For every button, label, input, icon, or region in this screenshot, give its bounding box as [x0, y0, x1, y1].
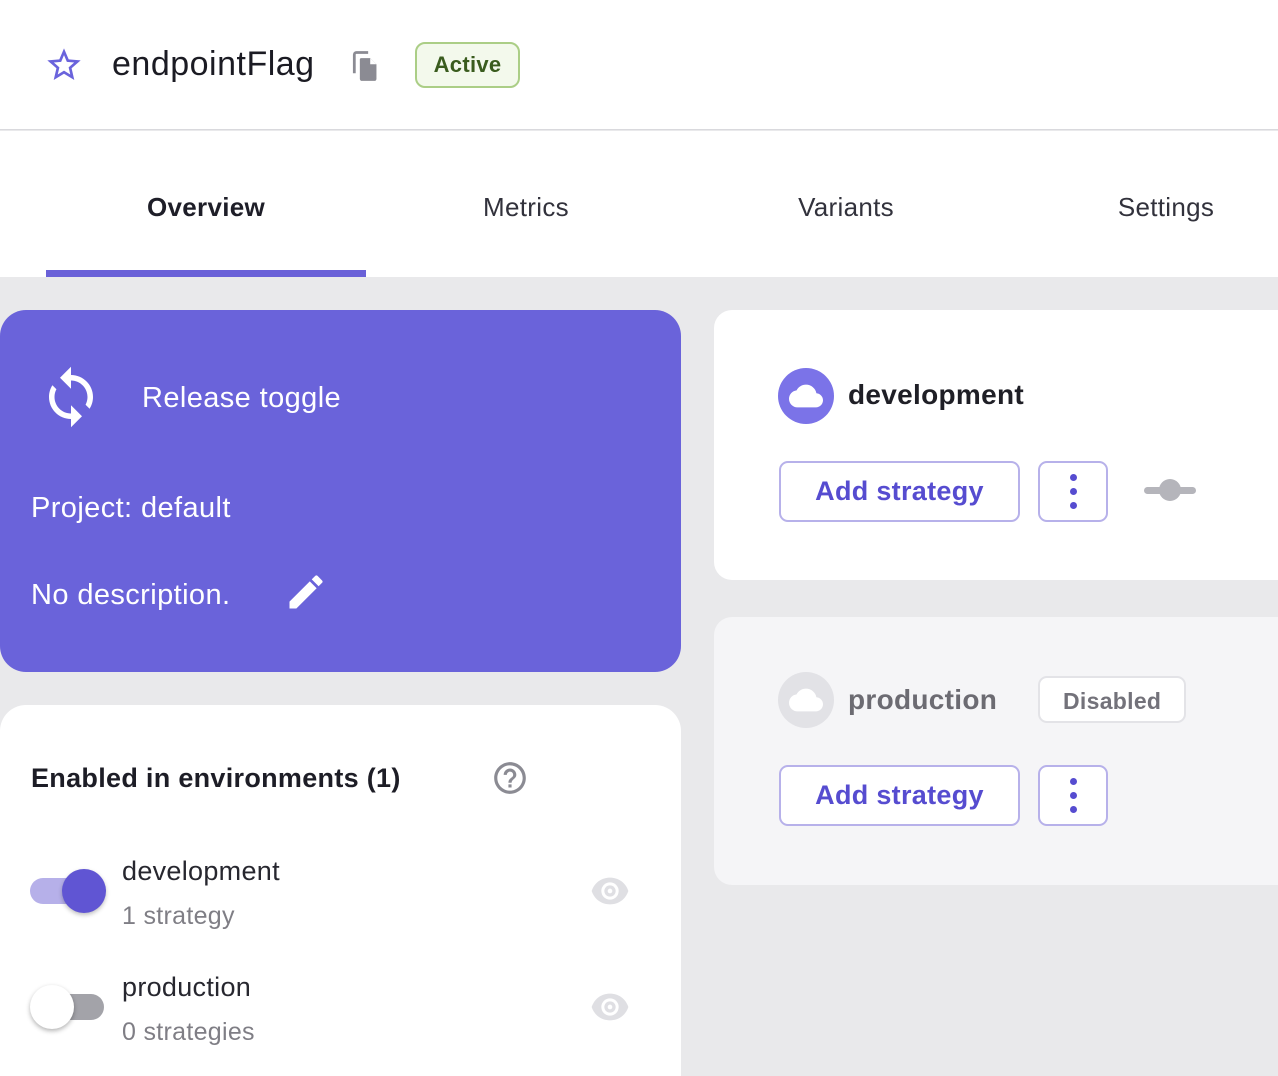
active-tab-underline — [46, 270, 366, 277]
tab-variants[interactable]: Variants — [686, 131, 1006, 277]
favorite-star-icon[interactable] — [44, 45, 84, 85]
env-strategies-production: 0 strategies — [122, 1018, 255, 1047]
strategy-env-title-development: development — [848, 379, 1024, 411]
flag-type-label: Release toggle — [142, 382, 341, 415]
strategy-env-title-production: production — [848, 684, 997, 716]
help-icon[interactable] — [491, 759, 529, 797]
disabled-badge: Disabled — [1038, 676, 1186, 723]
tab-metrics[interactable]: Metrics — [366, 131, 686, 277]
env-name-production: production — [122, 972, 251, 1003]
more-options-kebab-icon-development[interactable] — [1038, 461, 1108, 522]
edit-description-pencil-icon[interactable] — [284, 570, 328, 614]
tab-overview[interactable]: Overview — [46, 131, 366, 277]
page-header: endpointFlag Active — [0, 0, 1278, 130]
release-toggle-icon — [38, 364, 104, 430]
overview-content: Release toggle Project: default No descr… — [0, 277, 1278, 1076]
description-label: No description. — [31, 579, 230, 612]
tab-settings[interactable]: Settings — [1006, 131, 1278, 277]
toggle-production[interactable] — [30, 985, 106, 1029]
more-options-kebab-icon-production[interactable] — [1038, 765, 1108, 826]
visibility-eye-icon-production[interactable] — [590, 991, 630, 1023]
enabled-environments-title: Enabled in environments (1) — [31, 763, 401, 794]
flag-type-card: Release toggle Project: default No descr… — [0, 310, 681, 672]
copy-icon[interactable] — [347, 47, 381, 83]
page-title: endpointFlag — [112, 45, 315, 84]
add-strategy-button-development[interactable]: Add strategy — [779, 461, 1020, 522]
strategy-card-development: development Add strategy — [714, 310, 1278, 580]
status-badge: Active — [415, 42, 521, 88]
tab-bar: Overview Metrics Variants Settings — [0, 131, 1278, 277]
toggle-development[interactable] — [30, 869, 106, 913]
project-label: Project: default — [31, 492, 231, 525]
add-strategy-button-production[interactable]: Add strategy — [779, 765, 1020, 826]
strategy-card-production: production Disabled Add strategy — [714, 617, 1278, 885]
env-strategies-development: 1 strategy — [122, 902, 235, 931]
cloud-icon-production — [778, 672, 834, 728]
enabled-environments-card: Enabled in environments (1) development … — [0, 705, 681, 1076]
visibility-eye-icon-development[interactable] — [590, 875, 630, 907]
env-name-development: development — [122, 856, 280, 887]
strategy-commit-icon[interactable] — [1144, 476, 1196, 504]
cloud-icon-development — [778, 368, 834, 424]
